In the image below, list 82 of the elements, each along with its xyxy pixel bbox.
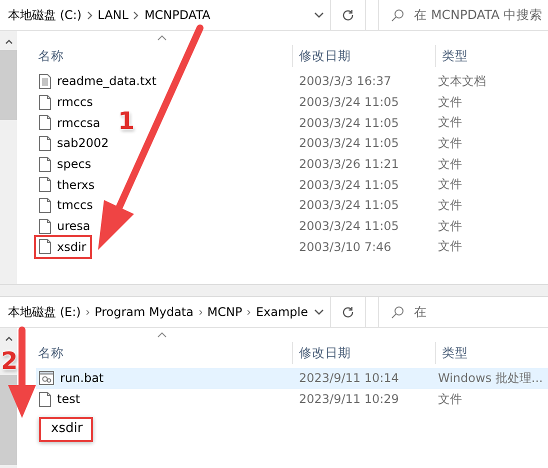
scrollbar-thumb[interactable] (0, 50, 17, 120)
column-header[interactable]: 修改日期 (292, 45, 435, 67)
breadcrumb-item[interactable]: MCNP (207, 305, 242, 319)
file-icon (39, 156, 51, 172)
file-name: xsdir (57, 240, 86, 254)
scroll-up-icon[interactable] (4, 39, 12, 44)
refresh-button[interactable] (330, 0, 366, 30)
modified-date: 2023/9/11 10:29 (298, 392, 400, 406)
chevron-right-icon (198, 308, 202, 316)
scrollbar-thumb[interactable] (0, 375, 17, 465)
text-file-icon (39, 74, 51, 89)
file-type: 文本文档 (437, 72, 487, 90)
breadcrumb-item[interactable]: Example (256, 305, 308, 319)
modified-date: 2003/3/24 11:05 (298, 198, 400, 212)
column-header[interactable]: 修改日期 (292, 342, 435, 364)
search-field[interactable]: 在 (378, 297, 548, 327)
breadcrumb-item[interactable]: MCNPDATA (144, 8, 210, 22)
step-number: 1 (118, 108, 135, 134)
file-name: sab2002 (57, 136, 109, 150)
search-icon (391, 8, 404, 22)
file-type: 文件 (437, 134, 463, 152)
modified-date: 2003/3/10 7:46 (298, 240, 392, 254)
column-header[interactable]: 名称 (36, 45, 292, 67)
file-type: Windows 批处理... (437, 370, 544, 387)
file-name: run.bat (60, 371, 104, 386)
file-name: rmccs (57, 95, 93, 110)
file-icon (39, 94, 51, 110)
file-icon (39, 392, 51, 407)
modified-date: 2003/3/24 11:05 (298, 178, 400, 192)
file-icon (39, 177, 51, 192)
file-name: test (57, 392, 80, 406)
file-type: 文件 (437, 218, 463, 235)
file-type: 文件 (437, 196, 463, 214)
breadcrumb-item[interactable]: 本地磁盘 (E:) (8, 304, 81, 320)
chevron-right-icon (133, 10, 140, 20)
file-name: uresa (57, 219, 90, 234)
sort-caret-icon (157, 332, 167, 338)
breadcrumb-item[interactable]: Program Mydata (94, 305, 194, 319)
file-type: 文件 (437, 94, 463, 111)
step-number: 2 (1, 348, 18, 374)
modified-date: 2003/3/26 11:21 (298, 157, 400, 172)
search-icon (391, 306, 404, 318)
file-type: 文件 (437, 156, 463, 173)
refresh-button[interactable] (330, 297, 366, 327)
file-icon (39, 115, 51, 130)
column-header[interactable]: 类型 (435, 342, 548, 364)
selected-row[interactable]: run.bat 2023/9/11 10:14 Windows 批处理... (36, 368, 548, 389)
file-name: therxs (57, 178, 95, 192)
breadcrumb-item[interactable]: 本地磁盘 (C:) (8, 6, 82, 24)
file-type: 文件 (437, 114, 463, 132)
modified-date: 2003/3/24 11:05 (298, 219, 400, 234)
chevron-down-icon (314, 309, 324, 315)
modified-date: 2003/3/24 11:05 (298, 95, 400, 110)
column-header[interactable]: 名称 (36, 342, 292, 364)
chevron-right-icon (86, 308, 90, 316)
file-name: rmccsa (57, 116, 100, 130)
chevron-right-icon (86, 10, 93, 20)
file-name: specs (57, 157, 92, 172)
file-name: readme_data.txt (57, 74, 156, 88)
file-icon (39, 239, 51, 254)
modified-date: 2003/3/3 16:37 (298, 74, 392, 88)
breadcrumb-item[interactable]: LANL (98, 8, 128, 22)
file-icon (39, 198, 51, 213)
refresh-icon (342, 306, 354, 318)
file-type: 文件 (437, 176, 463, 194)
modified-date: 2023/9/11 10:14 (298, 371, 400, 386)
scroll-up-icon[interactable] (4, 336, 12, 341)
gear-file-icon (39, 371, 54, 386)
search-field[interactable]: 在 MCNPDATA 中搜索 (378, 0, 548, 30)
column-header[interactable]: 类型 (435, 45, 548, 67)
sort-caret-icon (157, 35, 167, 41)
file-type: 文件 (437, 390, 463, 408)
file-type: 文件 (437, 238, 463, 256)
chevron-down-icon (314, 12, 324, 18)
file-name: tmccs (57, 198, 93, 212)
refresh-icon (342, 9, 354, 21)
file-icon (39, 136, 51, 151)
modified-date: 2003/3/24 11:05 (298, 136, 400, 150)
file-icon (39, 218, 51, 234)
modified-date: 2003/3/24 11:05 (298, 116, 400, 130)
chevron-right-icon (247, 308, 251, 316)
dragged-file-label: xsdir (39, 417, 93, 442)
